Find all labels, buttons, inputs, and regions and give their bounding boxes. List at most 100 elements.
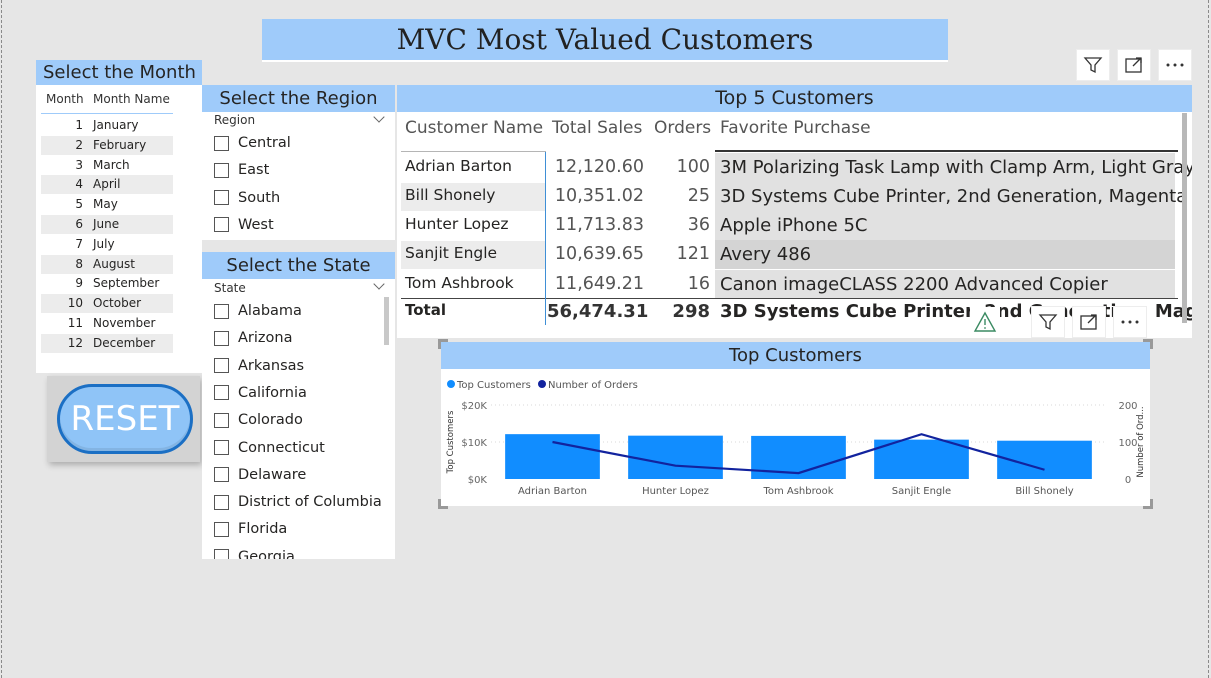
customer-name-cell: Adrian Barton (405, 157, 512, 175)
checkbox-label: Alabama (238, 303, 302, 319)
month-row[interactable]: 9 September (41, 274, 173, 293)
y2-axis-title: Number of Ord... (1136, 406, 1146, 477)
month-number: 8 (75, 256, 83, 271)
month-name: March (93, 157, 130, 172)
month-number: 7 (75, 236, 83, 251)
table-scrollbar[interactable] (1182, 113, 1187, 323)
month-number: 9 (75, 276, 83, 291)
checkbox[interactable] (214, 412, 229, 428)
checkbox[interactable] (214, 217, 229, 233)
state-item[interactable]: California (214, 383, 307, 403)
chevron-down-icon[interactable] (373, 111, 385, 123)
month-row[interactable]: 4 April (41, 175, 173, 195)
more-options-icon[interactable] (1113, 306, 1147, 338)
checkbox[interactable] (214, 385, 229, 401)
total-sales: 56,474.31 (547, 301, 649, 322)
month-row[interactable]: 12 December (41, 333, 173, 353)
checkbox-label: Florida (238, 521, 288, 538)
state-item[interactable]: Connecticut (214, 438, 325, 458)
state-item[interactable]: Georgia (214, 547, 295, 559)
checkbox[interactable] (214, 549, 229, 559)
region-item[interactable]: South (214, 188, 280, 208)
state-scrollbar[interactable] (384, 297, 389, 345)
checkbox-label: Georgia (238, 548, 295, 559)
column-header[interactable]: Customer Name (405, 118, 543, 138)
x-tick-label: Adrian Barton (518, 486, 587, 497)
bar (628, 435, 723, 479)
month-row[interactable]: 1 January (41, 116, 173, 135)
filter-icon[interactable] (1076, 49, 1110, 81)
resize-handle[interactable] (438, 499, 448, 509)
month-row[interactable]: 11 November (41, 314, 173, 333)
top-customers-chart[interactable]: Top Customers Top Customers Number of Ord… (438, 339, 1153, 509)
state-item[interactable]: District of Columbia (214, 492, 382, 512)
column-divider (545, 152, 546, 325)
month-number: 2 (75, 137, 83, 152)
month-row[interactable]: 3 March (41, 156, 173, 175)
month-row[interactable]: 10 October (41, 294, 173, 314)
checkbox[interactable] (214, 190, 229, 206)
checkbox[interactable] (214, 358, 229, 374)
checkbox[interactable] (214, 330, 229, 346)
checkbox[interactable] (214, 494, 229, 510)
region-item[interactable]: West (214, 215, 274, 235)
checkbox[interactable] (214, 440, 229, 455)
customer-name-cell: Bill Shonely (405, 186, 496, 204)
total-sales-cell: 11,713.83 (554, 215, 644, 235)
checkbox[interactable] (214, 521, 229, 537)
legend-label: Top Customers (456, 380, 531, 391)
state-item[interactable]: Colorado (214, 410, 303, 430)
region-item[interactable]: East (214, 160, 269, 180)
region-slicer-header: Select the Region (202, 85, 395, 112)
month-name-column-header[interactable]: Month Name (93, 92, 170, 106)
y-tick-label: $20K (461, 401, 487, 412)
favorite-purchase-cell: Apple iPhone 5C (720, 215, 868, 236)
total-sales-cell: 11,649.21 (554, 274, 644, 294)
state-item[interactable]: Arkansas (214, 356, 304, 376)
customer-name-cell: Sanjit Engle (405, 244, 498, 262)
month-name: October (93, 296, 142, 311)
state-item[interactable]: Alabama (214, 301, 302, 321)
state-item[interactable]: Arizona (214, 328, 292, 348)
checkbox-label: District of Columbia (238, 494, 382, 511)
chevron-down-icon[interactable] (373, 278, 385, 290)
more-options-icon[interactable] (1158, 49, 1192, 81)
column-header[interactable]: Favorite Purchase (720, 118, 871, 138)
month-column-header[interactable]: Month (46, 92, 84, 106)
checkbox-label: South (238, 189, 281, 206)
month-name: January (93, 118, 139, 132)
report-title: MVC Most Valued Customers (262, 19, 948, 62)
checkbox[interactable] (214, 135, 229, 151)
favorite-purchase-cell: Canon imageCLASS 2200 Advanced Copier (720, 274, 1108, 295)
total-rule (401, 298, 1178, 299)
chart-plot: Top Customers Number of Orders $0K $10K $20K… (446, 380, 1146, 497)
month-row[interactable]: 8 August (41, 254, 173, 274)
month-name: November (93, 316, 156, 330)
state-item[interactable]: Delaware (214, 465, 306, 485)
column-header[interactable]: Total Sales (552, 118, 642, 138)
month-row[interactable]: 2 February (41, 135, 173, 155)
region-item[interactable]: Central (214, 133, 291, 153)
state-item[interactable]: Florida (214, 519, 287, 539)
state-slicer: Select the State State Alabama Arizona Ark… (202, 252, 395, 559)
filter-icon[interactable] (1031, 306, 1065, 338)
resize-handle[interactable] (438, 339, 448, 349)
month-name: December (93, 335, 156, 350)
orders-cell: 100 (676, 157, 710, 177)
checkbox[interactable] (214, 303, 229, 319)
focus-mode-icon[interactable] (1117, 49, 1151, 81)
month-name: July (93, 236, 115, 251)
reset-button[interactable]: RESET (57, 384, 193, 454)
warning-icon[interactable] (970, 307, 1000, 337)
checkbox[interactable] (214, 162, 229, 178)
checkbox-label: Colorado (238, 412, 303, 429)
month-row[interactable]: 7 July (41, 235, 173, 254)
column-header[interactable]: Orders (654, 118, 711, 138)
resize-handle[interactable] (1143, 339, 1153, 349)
focus-mode-icon[interactable] (1072, 306, 1106, 338)
resize-handle[interactable] (1143, 499, 1153, 509)
checkbox[interactable] (214, 467, 229, 483)
month-row[interactable]: 6 June (41, 215, 173, 234)
total-sales-cell: 10,639.65 (554, 244, 644, 264)
month-row[interactable]: 5 May (41, 195, 173, 214)
